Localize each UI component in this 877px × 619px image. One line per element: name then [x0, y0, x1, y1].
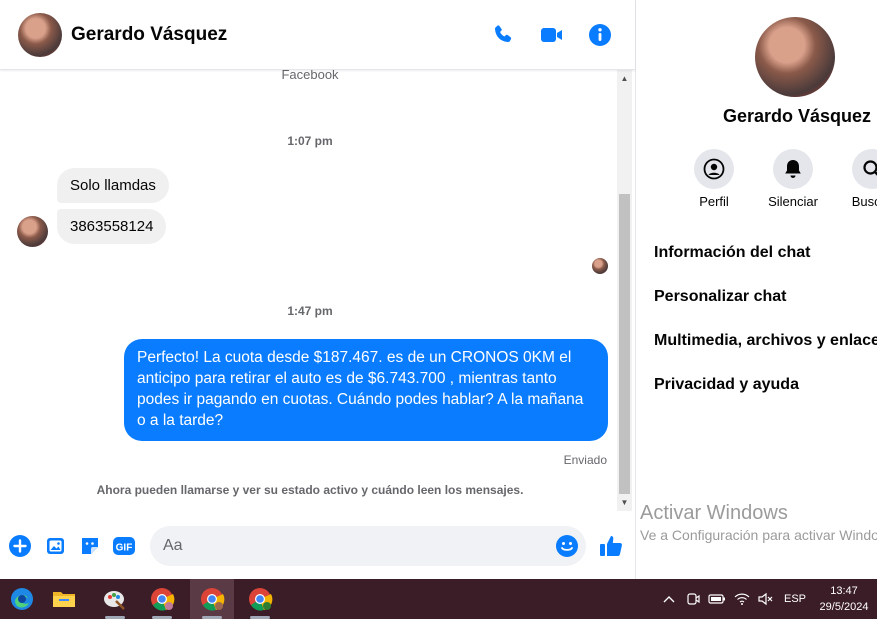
message-input[interactable]	[150, 526, 586, 566]
contact-name[interactable]: Gerardo Vásquez	[71, 24, 227, 46]
gif-label: GIF	[116, 543, 133, 554]
gif-icon[interactable]: GIF	[112, 534, 136, 558]
volume-muted-icon[interactable]	[756, 579, 774, 619]
message-scrollbar[interactable]: ▲ ▼	[617, 70, 632, 511]
menu-customize-chat[interactable]: Personalizar chat	[654, 288, 787, 306]
details-contact-name: Gerardo Vásquez	[723, 106, 872, 126]
meet-now-icon[interactable]	[684, 579, 702, 619]
chat-details-panel: Gerardo Vásquez Perfil Silenciar Buscar …	[637, 0, 877, 579]
scroll-thumb[interactable]	[619, 194, 630, 494]
file-explorer-icon[interactable]	[42, 579, 86, 619]
bell-icon	[785, 160, 801, 178]
video-camera-icon[interactable]	[539, 22, 565, 48]
contact-avatar[interactable]	[18, 13, 62, 57]
outgoing-message[interactable]: Perfecto! La cuota desde $187.467. es de…	[124, 339, 608, 441]
input-language[interactable]: ESP	[782, 579, 808, 619]
seen-indicator-avatar	[592, 258, 608, 274]
plus-icon[interactable]	[8, 534, 32, 558]
profile-icon	[703, 158, 725, 180]
incoming-message[interactable]: Solo llamdas	[57, 168, 169, 203]
profile-button[interactable]: Perfil	[674, 149, 754, 209]
like-icon[interactable]	[598, 533, 624, 559]
system-clock[interactable]: 13:47 29/5/2024	[812, 583, 876, 615]
emoji-icon[interactable]	[555, 534, 579, 558]
battery-icon[interactable]	[707, 579, 727, 619]
activation-watermark-title: Activar Windows	[640, 502, 788, 524]
chrome-icon[interactable]	[190, 579, 234, 619]
search-icon	[863, 160, 877, 176]
sender-avatar[interactable]	[17, 216, 48, 247]
menu-media-files-links[interactable]: Multimedia, archivos y enlaces	[654, 332, 877, 350]
search-button[interactable]: Buscar	[832, 149, 877, 209]
scroll-up-arrow-icon[interactable]: ▲	[617, 70, 632, 87]
chat-panel: Gerardo Vásquez Facebook 1:07 pm Solo ll…	[0, 0, 636, 579]
activity-note: Ahora pueden llamarse y ver su estado ac…	[96, 483, 524, 497]
menu-privacy-help[interactable]: Privacidad y ayuda	[654, 376, 799, 394]
mute-label: Silenciar	[768, 194, 818, 209]
mute-button[interactable]: Silenciar	[753, 149, 833, 209]
delivery-status: Enviado	[563, 453, 607, 467]
search-label: Buscar	[851, 194, 877, 209]
chrome-icon[interactable]	[238, 579, 282, 619]
paint-icon[interactable]	[93, 579, 137, 619]
message-list: Facebook 1:07 pm Solo llamdas 3863558124…	[0, 70, 620, 510]
chrome-icon[interactable]	[140, 579, 184, 619]
incoming-message[interactable]: 3863558124	[57, 209, 167, 244]
chevron-up-icon[interactable]	[660, 579, 678, 619]
chat-header: Gerardo Vásquez	[0, 0, 635, 70]
profile-label: Perfil	[699, 194, 729, 209]
menu-chat-info[interactable]: Información del chat	[654, 244, 810, 262]
message-timestamp: 1:07 pm	[287, 134, 333, 148]
message-composer: GIF	[0, 520, 635, 576]
clock-date: 29/5/2024	[819, 601, 869, 613]
wifi-icon[interactable]	[733, 579, 751, 619]
source-label: Facebook	[281, 70, 339, 82]
contact-avatar-large[interactable]	[755, 17, 835, 97]
image-icon[interactable]	[44, 534, 68, 558]
info-icon[interactable]	[587, 22, 613, 48]
windows-taskbar: ESP 13:47 29/5/2024	[0, 579, 877, 619]
activation-watermark-subtitle: Ve a Configuración para activar Windows.	[640, 527, 877, 543]
phone-icon[interactable]	[490, 22, 516, 48]
clock-time: 13:47	[830, 585, 858, 597]
sticker-icon[interactable]	[78, 534, 102, 558]
edge-icon[interactable]	[0, 579, 44, 619]
scroll-down-arrow-icon[interactable]: ▼	[617, 494, 632, 511]
message-timestamp: 1:47 pm	[287, 304, 333, 318]
